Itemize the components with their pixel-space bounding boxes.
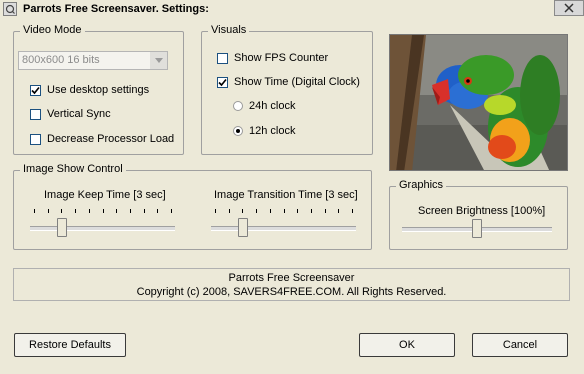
info-copyright: Copyright (c) 2008, SAVERS4FREE.COM. All… — [136, 286, 447, 298]
ok-label: OK — [399, 339, 415, 351]
slider-tick — [215, 209, 216, 213]
show-time-label: Show Time (Digital Clock) — [234, 76, 360, 88]
slider-tick — [256, 209, 257, 213]
show-fps-label: Show FPS Counter — [234, 52, 329, 64]
info-panel: Parrots Free Screensaver Copyright (c) 2… — [13, 268, 570, 301]
checkbox-box[interactable] — [217, 76, 228, 88]
slider-tick — [284, 209, 285, 213]
radio-dot — [236, 129, 240, 133]
radio-circle[interactable] — [233, 126, 243, 136]
slider-tick — [325, 209, 326, 213]
clock-24h-radio[interactable]: 24h clock — [233, 100, 295, 112]
slider-tick — [242, 209, 243, 213]
slider-tick — [130, 209, 131, 213]
keep-time-label: Image Keep Time [3 sec] — [44, 189, 166, 201]
cancel-button[interactable]: Cancel — [472, 333, 568, 357]
checkbox-box[interactable] — [217, 52, 228, 64]
show-fps-checkbox[interactable]: Show FPS Counter — [217, 52, 328, 64]
slider-tick — [75, 209, 76, 213]
checkmark-icon — [218, 78, 227, 86]
checkbox-box[interactable] — [30, 108, 41, 120]
decrease-processor-load-checkbox[interactable]: Decrease Processor Load — [30, 133, 174, 145]
slider-tick — [171, 209, 172, 213]
slider-tick — [157, 209, 158, 213]
close-icon — [564, 3, 574, 13]
transition-time-slider[interactable] — [211, 209, 356, 243]
slider-ticks — [211, 209, 356, 213]
window-title: Parrots Free Screensaver. Settings: — [23, 3, 209, 15]
slider-tick — [144, 209, 145, 213]
slider-ticks — [30, 209, 175, 213]
slider-thumb[interactable] — [472, 219, 482, 238]
slider-tick — [229, 209, 230, 213]
checkmark-icon — [31, 86, 40, 94]
parrot-preview-image — [389, 34, 568, 171]
slider-tick — [270, 209, 271, 213]
slider-tick — [61, 209, 62, 213]
restore-defaults-label: Restore Defaults — [29, 339, 111, 351]
clock-24h-label: 24h clock — [249, 100, 296, 112]
slider-tick — [103, 209, 104, 213]
image-show-control-legend: Image Show Control — [20, 163, 126, 175]
app-icon[interactable] — [3, 2, 17, 16]
info-app-name: Parrots Free Screensaver — [228, 272, 355, 284]
resolution-select[interactable]: 800x600 16 bits — [18, 51, 168, 70]
slider-tick — [311, 209, 312, 213]
slider-tick — [297, 209, 298, 213]
slider-thumb[interactable] — [238, 218, 248, 237]
checkbox-box[interactable] — [30, 133, 41, 145]
vertical-sync-checkbox[interactable]: Vertical Sync — [30, 108, 111, 120]
slider-tick — [338, 209, 339, 213]
slider-tick — [89, 209, 90, 213]
slider-tick — [116, 209, 117, 213]
title-bar: Parrots Free Screensaver. Settings: — [0, 0, 584, 18]
slider-tick — [34, 209, 35, 213]
brightness-slider[interactable] — [402, 210, 552, 244]
restore-defaults-button[interactable]: Restore Defaults — [14, 333, 126, 357]
decrease-processor-load-label: Decrease Processor Load — [47, 133, 175, 145]
checkbox-box[interactable] — [30, 84, 41, 96]
graphics-legend: Graphics — [396, 179, 447, 191]
keep-time-slider[interactable] — [30, 209, 175, 243]
slider-track — [30, 226, 175, 231]
ok-button[interactable]: OK — [359, 333, 455, 357]
show-time-checkbox[interactable]: Show Time (Digital Clock) — [217, 76, 360, 88]
use-desktop-settings-checkbox[interactable]: Use desktop settings — [30, 84, 149, 96]
slider-thumb[interactable] — [57, 218, 67, 237]
slider-tick — [352, 209, 353, 213]
chevron-down-icon[interactable] — [150, 52, 167, 69]
clock-12h-label: 12h clock — [249, 125, 296, 137]
resolution-value: 800x600 16 bits — [22, 54, 100, 66]
video-mode-legend: Video Mode — [20, 24, 85, 36]
use-desktop-settings-label: Use desktop settings — [47, 84, 150, 96]
slider-tick — [48, 209, 49, 213]
vertical-sync-label: Vertical Sync — [47, 108, 111, 120]
slider-track — [211, 226, 356, 231]
clock-12h-radio[interactable]: 12h clock — [233, 125, 295, 137]
cancel-label: Cancel — [502, 339, 538, 351]
transition-time-label: Image Transition Time [3 sec] — [214, 189, 358, 201]
close-button[interactable] — [554, 0, 584, 16]
visuals-legend: Visuals — [208, 24, 250, 36]
radio-circle[interactable] — [233, 101, 243, 111]
